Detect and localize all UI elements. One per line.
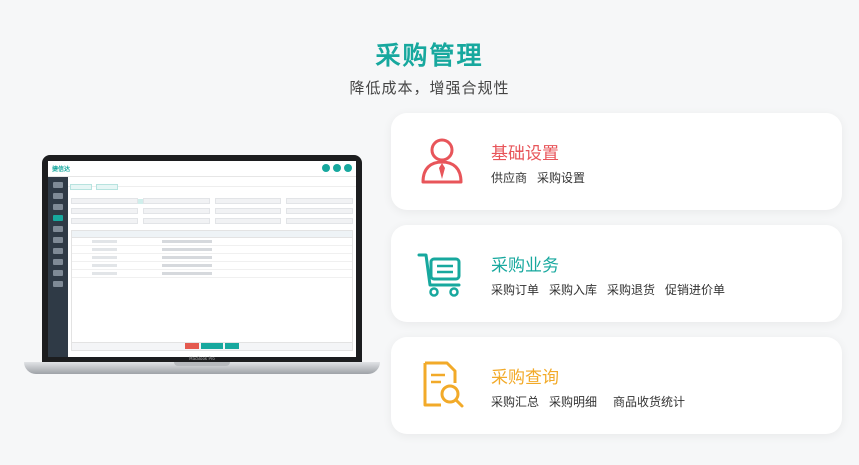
page: 采购管理 降低成本，增强合规性 捷信达 MacBook Pro 基础设置 供应商… <box>0 0 859 465</box>
card-items: 供应商 采购设置 <box>491 169 595 186</box>
app-toolbar <box>68 187 356 204</box>
card-title: 采购业务 <box>491 256 559 276</box>
app-logo: 捷信达 <box>52 166 71 173</box>
card-items: 采购订单 采购入库 采购退货 促销进价单 <box>491 281 735 298</box>
sidebar-item <box>53 226 63 232</box>
form-row <box>71 208 353 217</box>
settings-icon <box>344 164 352 172</box>
sidebar-item <box>53 281 63 287</box>
laptop-base <box>24 362 380 374</box>
app-tabs <box>68 177 356 190</box>
card-basic-settings[interactable]: 基础设置 供应商 采购设置 <box>391 113 842 210</box>
app-main <box>68 177 356 357</box>
app-header: 捷信达 <box>48 161 356 177</box>
table-row <box>72 254 352 262</box>
app-header-icons <box>322 164 352 172</box>
card-title: 采购查询 <box>491 368 559 388</box>
card-item-purchase-settings[interactable]: 采购设置 <box>537 169 585 186</box>
card-purchase-query[interactable]: 采购查询 采购汇总 采购明细 商品收货统计 <box>391 337 842 434</box>
card-item-purchase-summary[interactable]: 采购汇总 <box>491 393 539 410</box>
card-item-receipt-stats[interactable]: 商品收货统计 <box>613 393 685 410</box>
app-table <box>71 230 353 351</box>
table-row <box>72 246 352 254</box>
form-row <box>71 198 353 207</box>
document-search-icon <box>417 359 467 411</box>
table-header <box>72 231 352 238</box>
card-purchase-business[interactable]: 采购业务 采购订单 采购入库 采购退货 促销进价单 <box>391 225 842 322</box>
user-tie-icon <box>417 135 467 187</box>
card-item-supplier[interactable]: 供应商 <box>491 169 527 186</box>
card-item-purchase-inbound[interactable]: 采购入库 <box>549 281 597 298</box>
sidebar-item <box>53 270 63 276</box>
laptop-mockup: 捷信达 MacBook Pro <box>24 155 380 380</box>
page-title: 采购管理 <box>375 41 484 70</box>
sidebar-item <box>53 259 63 265</box>
sidebar-item <box>53 248 63 254</box>
card-item-purchase-return[interactable]: 采购退货 <box>607 281 655 298</box>
sidebar-item <box>53 193 63 199</box>
sidebar-item-active <box>53 215 63 221</box>
page-subtitle: 降低成本，增强合规性 <box>349 79 510 97</box>
shopping-cart-icon <box>417 247 467 299</box>
card-title: 基础设置 <box>491 144 559 164</box>
card-item-purchase-detail[interactable]: 采购明细 <box>549 393 597 410</box>
table-row <box>72 238 352 246</box>
laptop-brand-label: MacBook Pro <box>189 356 215 361</box>
sidebar-item <box>53 182 63 188</box>
app-actions <box>68 334 356 353</box>
table-row <box>72 270 352 278</box>
card-item-promo-price[interactable]: 促销进价单 <box>665 281 725 298</box>
bell-icon <box>333 164 341 172</box>
card-item-purchase-order[interactable]: 采购订单 <box>491 281 539 298</box>
sidebar-item <box>53 204 63 210</box>
user-icon <box>322 164 330 172</box>
form-row <box>71 218 353 227</box>
app-sidebar <box>48 177 68 357</box>
table-row <box>72 262 352 270</box>
laptop-lid: 捷信达 <box>42 155 362 365</box>
card-items: 采购汇总 采购明细 商品收货统计 <box>491 393 695 410</box>
laptop-screen: 捷信达 <box>48 161 356 357</box>
sidebar-item <box>53 237 63 243</box>
